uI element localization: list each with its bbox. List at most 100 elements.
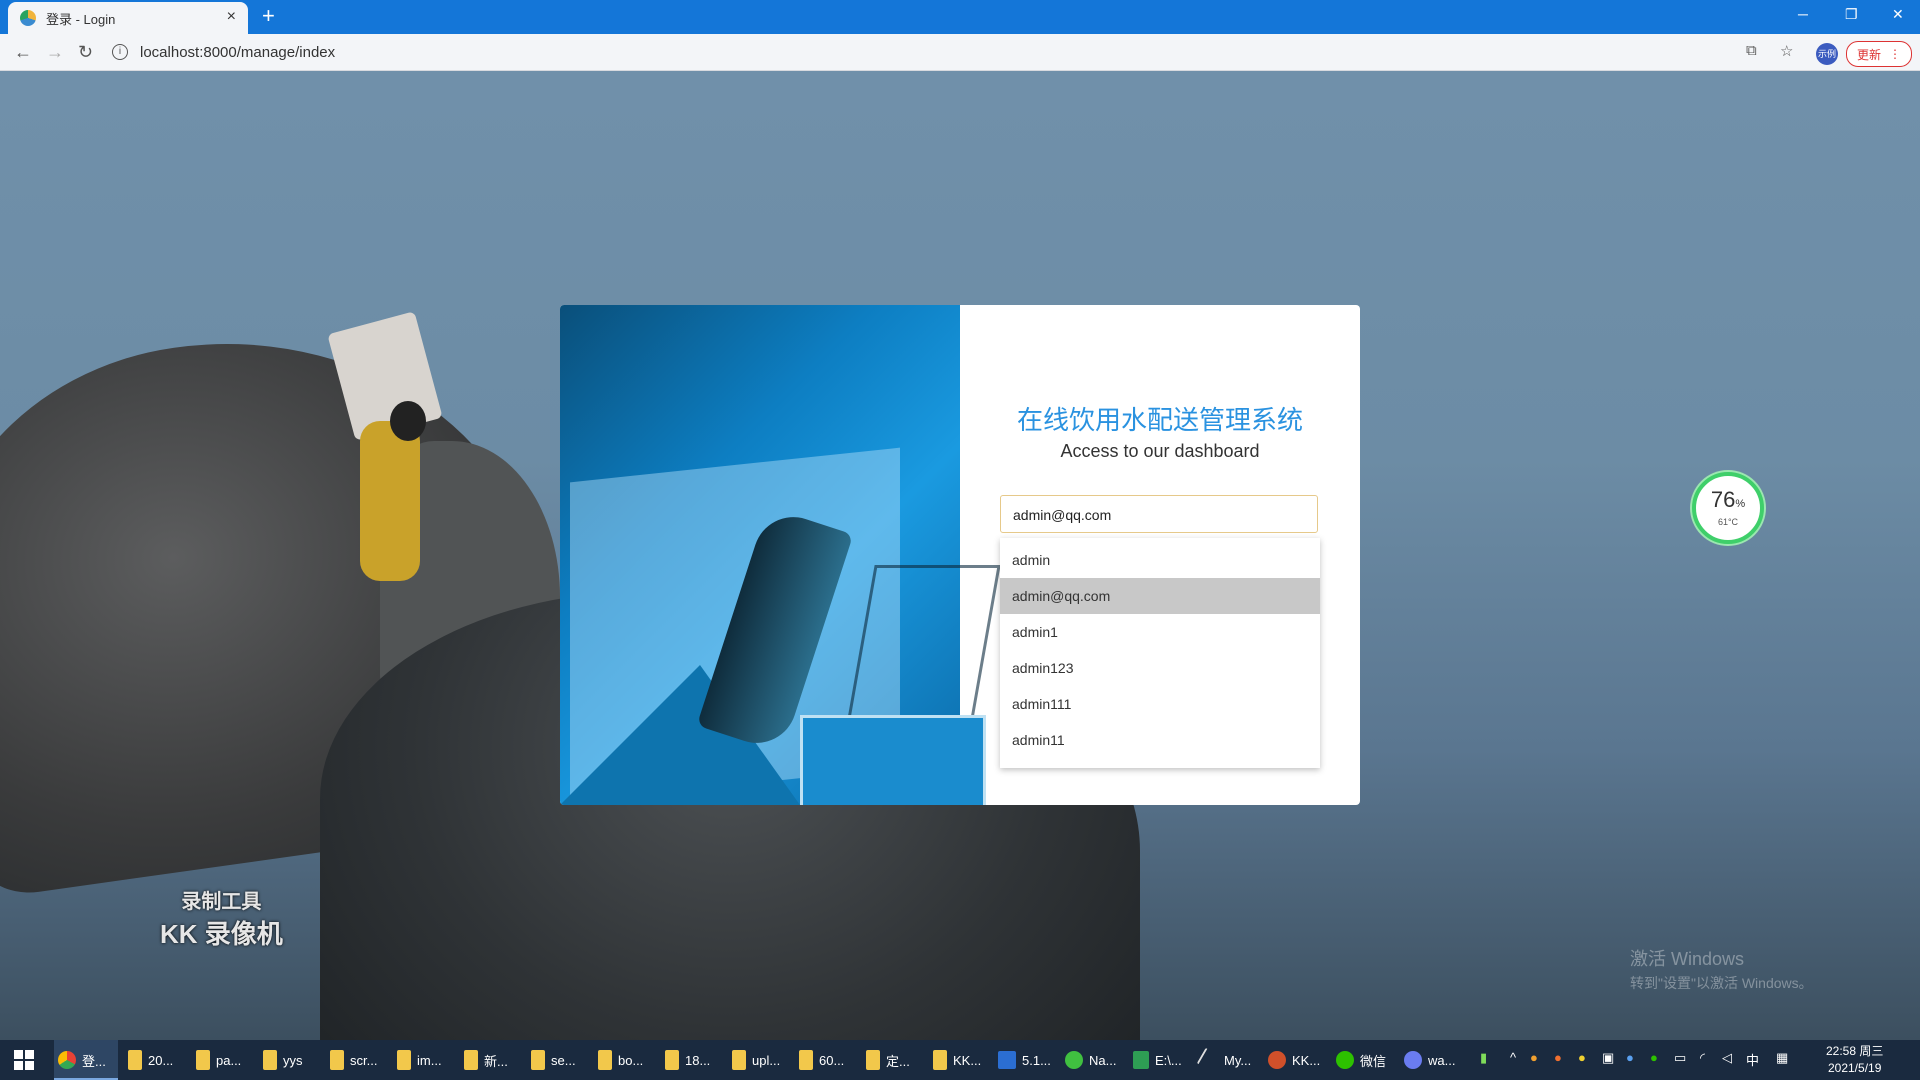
kk-recorder-watermark: 录制工具 KK 录像机	[160, 891, 283, 949]
taskbar-item[interactable]: E:\...	[1133, 1040, 1182, 1080]
system-title: 在线饮用水配送管理系统	[1016, 405, 1303, 435]
reload-icon[interactable]: ↻	[78, 42, 93, 63]
tab-title: 登录 - Login	[46, 11, 116, 27]
ime-indicator[interactable]: 中	[1746, 1050, 1759, 1069]
profile-avatar[interactable]: 示例	[1816, 43, 1838, 65]
folder-icon	[866, 1050, 880, 1070]
close-tab-icon[interactable]: ×	[227, 8, 236, 26]
kk-recorder-icon	[1268, 1051, 1286, 1069]
activate-windows-watermark: 激活 Windows 转到"设置"以激活 Windows。	[1630, 949, 1813, 991]
tray-app-icon[interactable]: ●	[1578, 1050, 1586, 1065]
taskbar-item[interactable]: scr...	[330, 1040, 377, 1080]
taskbar-item[interactable]: im...	[397, 1040, 442, 1080]
battery-icon[interactable]: ▮	[1480, 1050, 1487, 1066]
forward-icon[interactable]: →	[46, 42, 64, 63]
folder-icon	[464, 1050, 478, 1070]
keyboard-icon[interactable]: ▦	[1776, 1050, 1788, 1066]
browser-tab[interactable]: 登录 - Login ×	[8, 2, 248, 34]
gauge-unit: %	[1735, 498, 1746, 510]
folder-icon	[665, 1050, 679, 1070]
folder-icon	[531, 1050, 545, 1070]
taskbar-item[interactable]: 登...	[58, 1040, 106, 1080]
taskbar-item[interactable]: 18...	[665, 1040, 710, 1080]
url-text: localhost:8000/manage/index	[140, 43, 336, 61]
app-icon	[1404, 1051, 1422, 1069]
folder-icon	[799, 1050, 813, 1070]
taskbar-item[interactable]: KK...	[1268, 1040, 1320, 1080]
taskbar-item[interactable]: se...	[531, 1040, 576, 1080]
taskbar-item[interactable]: My...	[1196, 1040, 1251, 1080]
address-bar[interactable]: i localhost:8000/manage/index	[112, 38, 1732, 66]
close-window-icon[interactable]: ✕	[1892, 6, 1904, 23]
autocomplete-option[interactable]: admin11	[1000, 722, 1320, 758]
taskbar-item[interactable]: bo...	[598, 1040, 643, 1080]
taskbar-item[interactable]: pa...	[196, 1040, 241, 1080]
porter-figure	[327, 311, 443, 601]
folder-icon	[330, 1050, 344, 1070]
tray-expand-icon[interactable]: ^	[1510, 1050, 1516, 1065]
new-tab-icon[interactable]: +	[262, 5, 275, 27]
login-subtitle: Access to our dashboard	[1060, 441, 1260, 461]
pen-icon	[1196, 1047, 1222, 1073]
minimize-icon[interactable]: ─	[1798, 6, 1808, 22]
gauge-value: 76	[1710, 487, 1736, 512]
start-icon[interactable]	[14, 1050, 34, 1070]
windows-taskbar: 登... 20... pa... yys scr... im... 新... s…	[0, 1040, 1920, 1080]
taskbar-item[interactable]: 20...	[128, 1040, 173, 1080]
system-clock[interactable]: 22:58 周三 2021/5/19	[1826, 1043, 1883, 1077]
restore-icon[interactable]: ❐	[1845, 6, 1858, 23]
tray-app-icon[interactable]: ●	[1554, 1050, 1562, 1065]
folder-icon	[933, 1050, 947, 1070]
taskbar-item[interactable]: upl...	[732, 1040, 780, 1080]
chrome-icon	[58, 1051, 76, 1069]
taskbar-item[interactable]: 新...	[464, 1040, 508, 1080]
update-label: 更新	[1856, 47, 1881, 62]
menu-icon[interactable]: ⋮	[1889, 47, 1901, 61]
navicat-icon	[1065, 1051, 1083, 1069]
back-icon[interactable]: ←	[14, 42, 32, 63]
folder-icon	[732, 1050, 746, 1070]
autocomplete-dropdown: admin admin@qq.com admin1 admin123 admin…	[1000, 538, 1320, 768]
taskbar-item[interactable]: 微信	[1336, 1040, 1386, 1080]
taskbar-item[interactable]: 5.1...	[998, 1040, 1051, 1080]
wifi-icon[interactable]: ◜	[1700, 1050, 1705, 1066]
translate-icon[interactable]: ⧉	[1746, 42, 1757, 59]
autocomplete-option[interactable]: admin111	[1000, 686, 1320, 722]
taskbar-item[interactable]: 60...	[799, 1040, 844, 1080]
login-illustration	[560, 305, 1001, 805]
taskbar-item[interactable]: wa...	[1404, 1040, 1455, 1080]
site-info-icon[interactable]: i	[112, 44, 128, 60]
folder-icon	[196, 1050, 210, 1070]
folder-icon	[263, 1050, 277, 1070]
volume-icon[interactable]: ◁	[1722, 1050, 1732, 1066]
gauge-temp: 61°C	[1717, 517, 1739, 527]
folder-icon	[598, 1050, 612, 1070]
network-icon[interactable]: ▭	[1674, 1050, 1686, 1066]
browser-toolbar: ← → ↻ i localhost:8000/manage/index ⧉ ☆	[0, 34, 1920, 71]
site-favicon-icon	[20, 10, 36, 26]
tray-app-icon[interactable]: ▣	[1602, 1050, 1614, 1066]
clock-date: 2021/5/19	[1827, 1061, 1882, 1075]
cpu-gauge-widget[interactable]: 76% 61°C	[1692, 472, 1764, 544]
email-field[interactable]: admin@qq.com	[1000, 495, 1318, 533]
autocomplete-option[interactable]: admin1	[1000, 614, 1320, 650]
taskbar-item[interactable]: Na...	[1065, 1040, 1116, 1080]
taskbar-item[interactable]: KK...	[933, 1040, 981, 1080]
folder-icon	[397, 1050, 411, 1070]
tab-bar: 登录 - Login × + ─ ❐ ✕	[0, 0, 1920, 34]
autocomplete-option-selected[interactable]: admin@qq.com	[1000, 578, 1320, 614]
update-button[interactable]: 更新 ⋮	[1846, 41, 1912, 67]
folder-icon	[128, 1050, 142, 1070]
bookmark-star-icon[interactable]: ☆	[1780, 42, 1793, 60]
wechat-icon	[1336, 1051, 1354, 1069]
tray-app-icon[interactable]: ●	[1530, 1050, 1538, 1065]
vscode-icon	[998, 1051, 1016, 1069]
excel-icon	[1133, 1051, 1149, 1069]
taskbar-item[interactable]: 定...	[866, 1040, 910, 1080]
tray-app-icon[interactable]: ●	[1626, 1050, 1634, 1065]
autocomplete-option[interactable]: admin123	[1000, 650, 1320, 686]
wechat-tray-icon[interactable]: ●	[1650, 1050, 1658, 1065]
taskbar-item[interactable]: yys	[263, 1040, 303, 1080]
autocomplete-option[interactable]: admin	[1000, 542, 1320, 578]
clock-time: 22:58 周三	[1826, 1044, 1884, 1058]
